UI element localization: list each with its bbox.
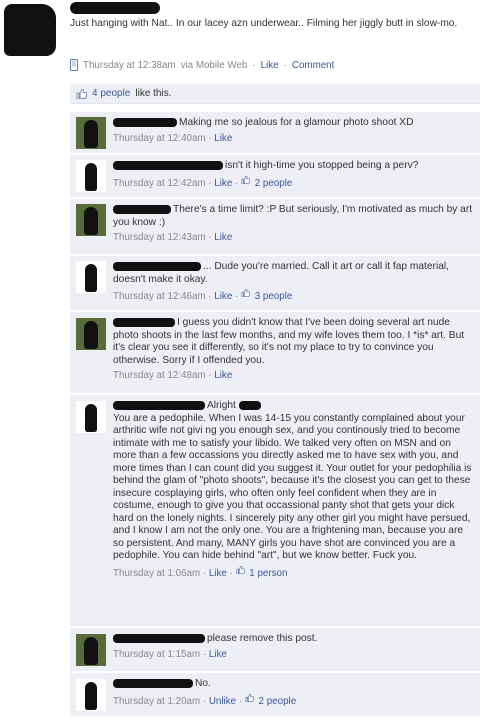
thumbs-up-icon	[245, 693, 256, 704]
thumbs-up-icon	[236, 565, 247, 576]
mobile-phone-icon	[70, 59, 78, 71]
comment-likes-count[interactable]: 2 people	[255, 178, 293, 189]
comment-like-link[interactable]: Like	[214, 133, 232, 144]
comment-meta: Thursday at 1:20am · Unlike · 2 people	[113, 693, 297, 707]
commenter-avatar[interactable]	[76, 634, 106, 666]
post-meta: Thursday at 12:38am via Mobile Web · Lik…	[70, 59, 334, 71]
comment-5: I guess you didn't know that I've been d…	[70, 312, 480, 394]
redacted-name	[113, 633, 205, 643]
comment-likes-count[interactable]: 1 person	[249, 568, 287, 579]
post-via: via Mobile Web	[180, 59, 248, 71]
comment-text: Making me so jealous for a glamour photo…	[179, 117, 414, 128]
comment-meta: Thursday at 12:43am · Like	[113, 232, 233, 243]
comment-like-link[interactable]: Like	[209, 649, 227, 660]
separator: ·	[252, 59, 256, 71]
commenter-avatar[interactable]	[76, 318, 106, 350]
post-time[interactable]: Thursday at 12:38am	[83, 60, 176, 71]
comment-meta: Thursday at 1:15am · Like	[113, 648, 227, 660]
comment-text: You are a pedophile. When I was 14-15 yo…	[113, 412, 472, 562]
comment-likes-count[interactable]: 3 people	[255, 291, 293, 302]
comment-unlike-link[interactable]: Unlike	[209, 696, 236, 707]
likes-suffix: like this.	[135, 88, 172, 99]
comment-likes-count[interactable]: 2 people	[259, 696, 297, 707]
comment-3: There's a time limit? :P But seriously, …	[70, 199, 480, 255]
comment-text: isn't it high-time you stopped being a p…	[225, 160, 419, 171]
separator: ·	[283, 59, 287, 71]
comment-time[interactable]: Thursday at 12:40am	[113, 133, 206, 144]
comment-meta: Thursday at 12:42am · Like · 2 people	[113, 175, 293, 189]
redacted-name	[113, 204, 171, 214]
post-like-link[interactable]: Like	[261, 60, 279, 71]
thumbs-up-icon	[76, 88, 87, 99]
commenter-avatar[interactable]	[76, 204, 106, 236]
comment-text: please remove this post.	[207, 633, 318, 644]
comment-header: Alright	[207, 400, 236, 411]
redacted-name	[113, 160, 223, 170]
comment-meta: Thursday at 12:46am · Like · 3 people	[113, 289, 293, 302]
comment-8: No. Thursday at 1:20am · Unlike · 2 peop…	[70, 673, 480, 717]
comment-time[interactable]: Thursday at 1:20am	[113, 696, 200, 707]
post-comment-link[interactable]: Comment	[292, 60, 334, 71]
commenter-avatar[interactable]	[76, 261, 106, 293]
comment-like-link[interactable]: Like	[214, 232, 232, 243]
comment-time[interactable]: Thursday at 1:06am	[113, 568, 200, 579]
redacted-name	[113, 400, 205, 410]
poster-avatar[interactable]	[4, 4, 56, 56]
commenter-avatar[interactable]	[76, 117, 106, 149]
comment-time[interactable]: Thursday at 12:48am	[113, 370, 206, 381]
post-text: Just hanging with Nat.. In our lacey azn…	[70, 18, 458, 29]
redacted-name	[113, 117, 177, 127]
comment-like-link[interactable]: Like	[214, 370, 232, 381]
comment-like-link[interactable]: Like	[214, 178, 232, 189]
comment-meta: Thursday at 1:06am · Like · 1 person	[113, 565, 288, 579]
redacted-name	[113, 261, 201, 271]
redacted-name	[238, 400, 261, 410]
comment-7: please remove this post. Thursday at 1:1…	[70, 628, 480, 672]
comment-like-link[interactable]: Like	[214, 291, 232, 302]
redacted-name	[113, 317, 175, 327]
likes-summary: 4 people like this.	[70, 84, 480, 104]
comment-4: ... Dude you're married. Call it art or …	[70, 256, 480, 311]
comment-6: Alright You are a pedophile. When I was …	[70, 395, 480, 627]
thumbs-up-icon	[241, 175, 252, 186]
commenter-avatar[interactable]	[76, 401, 106, 433]
thumbs-up-icon	[241, 289, 252, 299]
comment-1: Making me so jealous for a glamour photo…	[70, 112, 480, 154]
comment-time[interactable]: Thursday at 12:42am	[113, 178, 206, 189]
comment-time[interactable]: Thursday at 12:46am	[113, 291, 206, 302]
comment-meta: Thursday at 12:48am · Like	[113, 370, 233, 381]
comment-time[interactable]: Thursday at 1:15am	[113, 649, 200, 660]
likes-people-link[interactable]: 4 people	[92, 88, 130, 99]
comment-2: isn't it high-time you stopped being a p…	[70, 155, 480, 198]
redacted-author-name	[70, 2, 160, 14]
commenter-avatar[interactable]	[76, 679, 106, 711]
commenter-avatar[interactable]	[76, 160, 106, 192]
redacted-name	[113, 678, 193, 688]
comment-meta: Thursday at 12:40am · Like	[113, 132, 233, 144]
comment-text: No.	[195, 678, 211, 689]
comment-time[interactable]: Thursday at 12:43am	[113, 232, 206, 243]
comment-like-link[interactable]: Like	[209, 568, 227, 579]
